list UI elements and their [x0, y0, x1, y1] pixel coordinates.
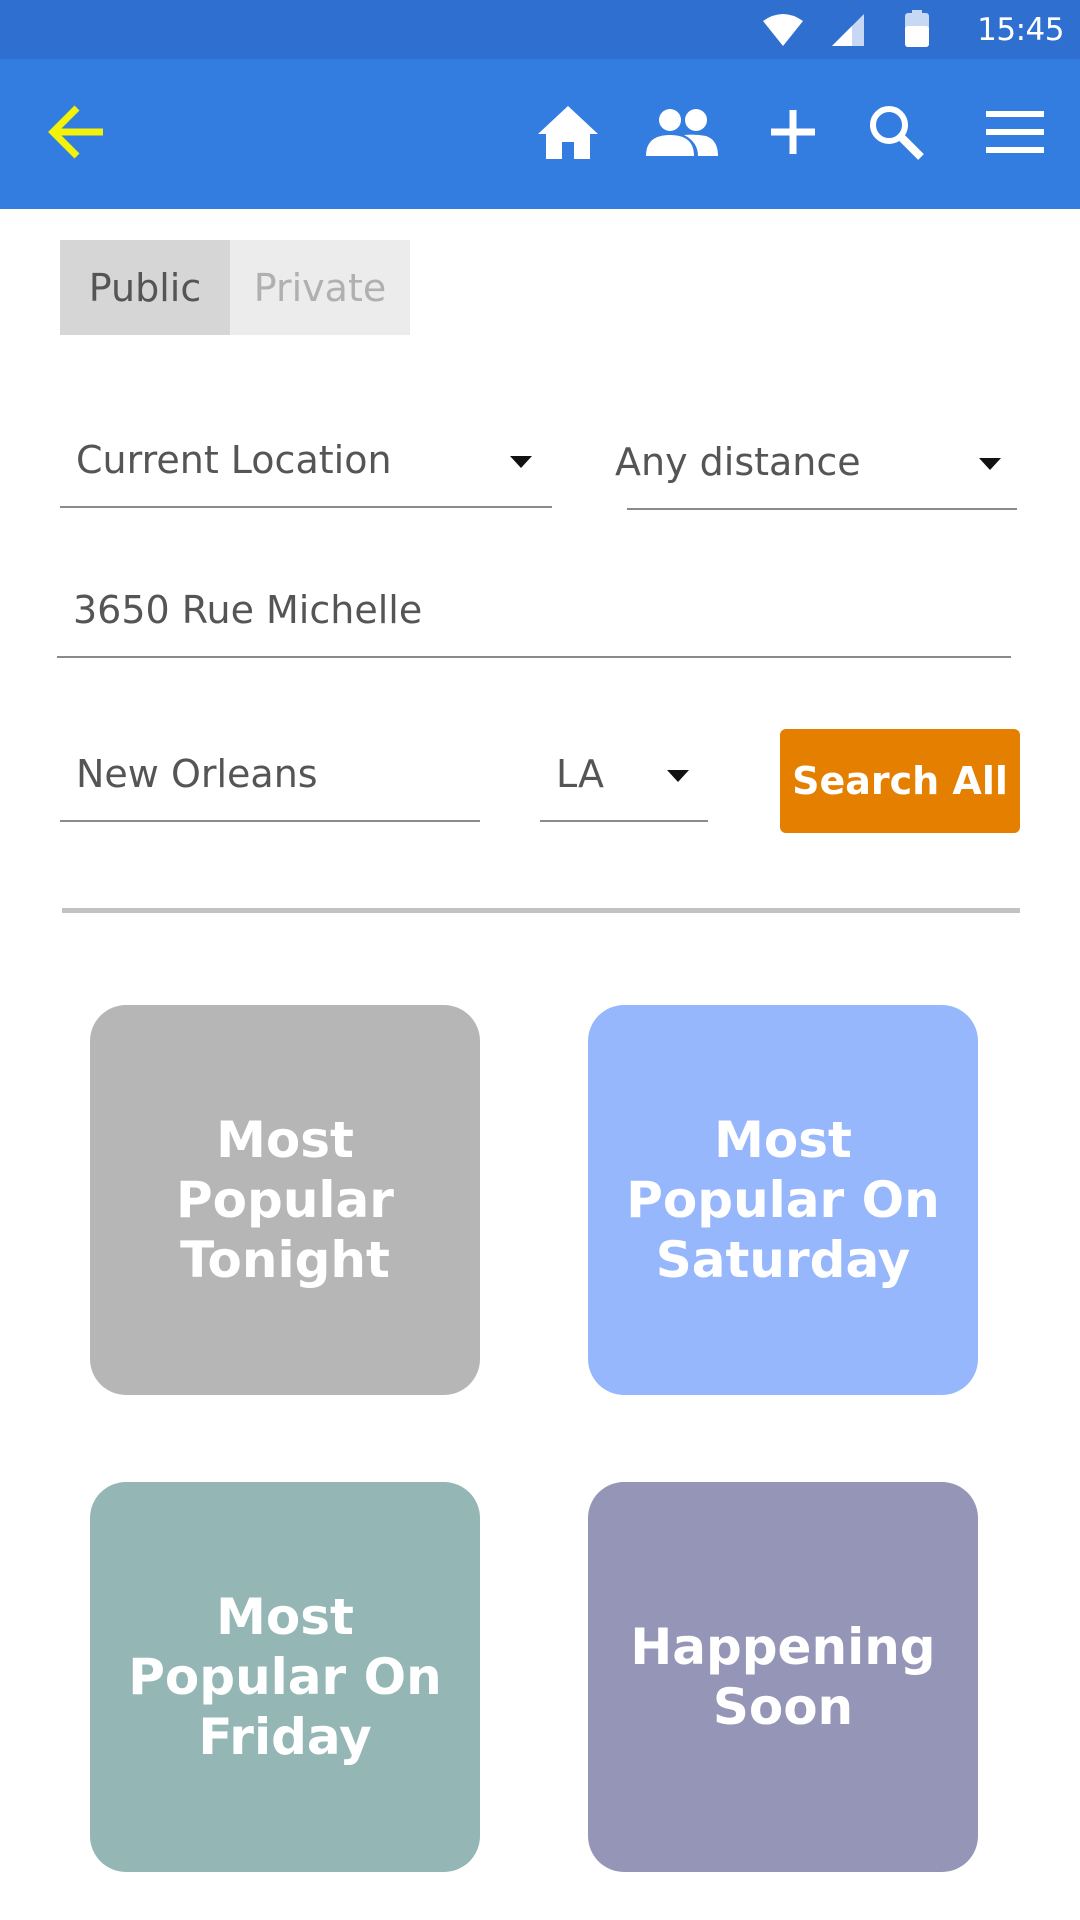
screen: 15:45 Public Private Current Location An… — [0, 0, 1080, 1920]
city-input[interactable]: New Orleans — [60, 752, 480, 822]
tile-most-popular-saturday[interactable]: Most Popular On Saturday — [588, 1005, 978, 1395]
chevron-down-icon — [667, 770, 689, 782]
location-select[interactable]: Current Location — [60, 438, 552, 508]
plus-icon — [769, 108, 817, 161]
distance-value: Any distance — [615, 440, 861, 484]
search-all-button[interactable]: Search All — [780, 729, 1020, 833]
tile-label: Most Popular Tonight — [176, 1111, 394, 1289]
street-input[interactable]: 3650 Rue Michelle — [57, 588, 1011, 658]
tile-most-popular-tonight[interactable]: Most Popular Tonight — [90, 1005, 480, 1395]
people-icon — [646, 108, 718, 161]
street-value: 3650 Rue Michelle — [73, 588, 423, 632]
tile-most-popular-friday[interactable]: Most Popular On Friday — [90, 1482, 480, 1872]
menu-button[interactable] — [976, 95, 1054, 173]
public-tab[interactable]: Public — [60, 240, 230, 335]
arrow-left-icon — [47, 104, 107, 165]
state-select[interactable]: LA — [540, 752, 708, 822]
back-button[interactable] — [38, 95, 116, 173]
add-button[interactable] — [754, 95, 832, 173]
tile-label: Most Popular On Friday — [128, 1588, 442, 1766]
home-icon — [536, 104, 600, 165]
private-tab[interactable]: Private — [230, 240, 410, 335]
search-icon — [867, 103, 925, 166]
home-button[interactable] — [529, 95, 607, 173]
status-time: 15:45 — [977, 12, 1064, 48]
tile-happening-soon[interactable]: Happening Soon — [588, 1482, 978, 1872]
tile-label: Happening Soon — [630, 1618, 936, 1736]
status-bar: 15:45 — [0, 0, 1080, 59]
people-button[interactable] — [643, 95, 721, 173]
app-bar — [0, 59, 1080, 209]
divider — [62, 908, 1020, 913]
chevron-down-icon — [510, 456, 532, 468]
menu-icon — [986, 110, 1044, 158]
tile-label: Most Popular On Saturday — [626, 1111, 940, 1289]
location-value: Current Location — [76, 438, 392, 482]
battery-icon — [904, 10, 930, 53]
cell-signal-icon — [830, 12, 866, 53]
chevron-down-icon — [979, 458, 1001, 470]
state-value: LA — [556, 752, 605, 796]
distance-select[interactable]: Any distance — [615, 440, 1017, 510]
search-button[interactable] — [857, 95, 935, 173]
wifi-icon — [762, 13, 804, 52]
city-value: New Orleans — [76, 752, 318, 796]
visibility-toggle: Public Private — [60, 240, 410, 335]
